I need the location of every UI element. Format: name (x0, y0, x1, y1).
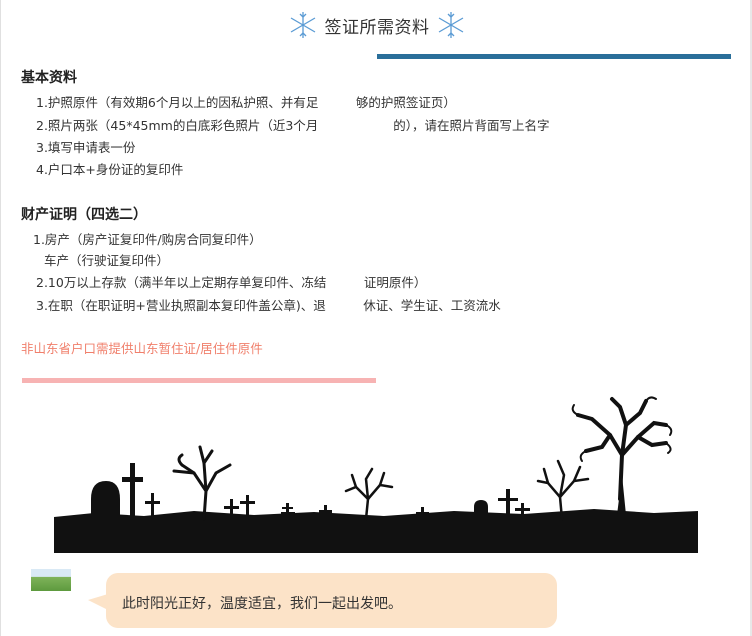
chat-bubble-tail (88, 594, 108, 610)
graveyard-silhouette-illustration (54, 396, 698, 553)
basic-item: 3.填写申请表一份 (36, 140, 136, 155)
basic-materials-heading: 基本资料 (21, 70, 77, 86)
chat-message: 此时阳光正好，温度适宜，我们一起出发吧。 (122, 596, 402, 612)
basic-item: 4.户口本+身份证的复印件 (36, 162, 184, 177)
divider-bar-blue (377, 54, 731, 59)
assets-item: 2.10万以上存款（满半年以上定期存单复印件、冻结 证明原件） (36, 275, 427, 290)
assets-item: 车产（行驶证复印件） (44, 253, 170, 268)
assets-item: 1.房产（房产证复印件/购房合同复印件） (33, 232, 262, 247)
page-title: 签证所需资料 (324, 18, 430, 38)
snowflake-icon (438, 12, 464, 38)
assets-item: 3.在职（在职证明+营业执照副本复印件盖公章)、退 休证、学生证、工资流水 (36, 298, 501, 313)
avatar[interactable] (31, 569, 71, 591)
divider-bar-pink (22, 378, 376, 383)
basic-item: 1.护照原件（有效期6个月以上的因私护照、并有足 够的护照签证页） (36, 95, 456, 110)
section-title: 签证所需资料 (288, 10, 466, 42)
snowflake-icon (290, 12, 316, 38)
basic-item: 2.照片两张（45*45mm的白底彩色照片（近3个月 的），请在照片背面写上名字 (36, 118, 550, 133)
residence-note: 非山东省户口需提供山东暂住证/居住件原件 (21, 341, 263, 356)
frame-border-left (0, 0, 1, 636)
assets-proof-heading: 财产证明（四选二） (21, 207, 147, 223)
